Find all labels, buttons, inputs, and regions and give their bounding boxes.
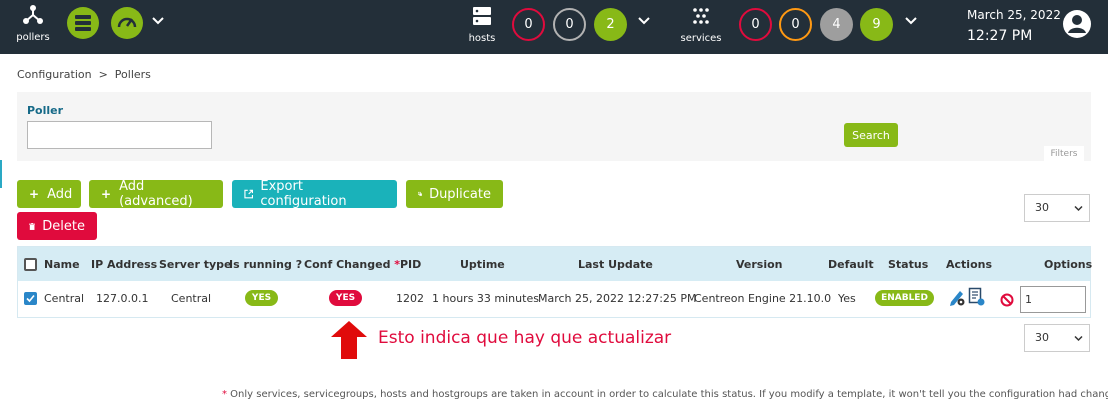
header-conf-changed[interactable]: Conf Changed * — [304, 258, 400, 271]
delete-button-label: Delete — [42, 218, 85, 234]
external-link-icon — [244, 189, 253, 199]
edit-configuration-icon[interactable] — [948, 288, 966, 308]
services-icon — [693, 8, 709, 24]
export-configuration-button[interactable]: Export configuration — [232, 179, 397, 209]
footnote: * Only services, servicegroups, hosts an… — [222, 389, 1108, 400]
footnote-text: Only services, servicegroups, hosts and … — [227, 389, 1108, 400]
latency-status-icon[interactable] — [111, 7, 143, 39]
duplicate-button-label: Duplicate — [429, 186, 491, 202]
services-critical-count[interactable]: 0 — [739, 8, 772, 41]
header-name[interactable]: Name — [44, 258, 80, 271]
filters-panel: Poller Search — [17, 92, 1091, 161]
services-warning-count[interactable]: 0 — [779, 8, 812, 41]
select-all-checkbox[interactable] — [24, 258, 37, 271]
top-bar: pollers hosts 0 0 2 services 0 0 4 9 Mar… — [0, 0, 1108, 54]
clock: March 25, 2022 12:27 PM — [967, 8, 1061, 44]
page-size-select-bottom[interactable]: 30 — [1024, 324, 1090, 352]
header-uptime[interactable]: Uptime — [460, 258, 505, 271]
pollers-icon — [23, 5, 43, 24]
pollers-label: pollers — [16, 32, 50, 43]
options-input[interactable]: 1 — [1020, 286, 1086, 313]
pollers-menu[interactable]: pollers — [14, 4, 52, 43]
hosts-label: hosts — [468, 33, 496, 44]
clock-date: March 25, 2022 — [967, 8, 1061, 22]
services-chevron-down-icon[interactable] — [904, 14, 918, 28]
delete-button[interactable]: Delete — [17, 212, 97, 240]
services-menu[interactable]: services — [680, 6, 722, 44]
export-configuration-button-label: Export configuration — [260, 179, 347, 209]
services-label: services — [680, 33, 722, 44]
chevron-down-icon — [1074, 335, 1083, 342]
checkmark-icon — [26, 294, 35, 303]
page-size-select-top[interactable]: 30 — [1024, 194, 1090, 222]
pollers-table: Name IP Address Server type Is running ?… — [17, 246, 1093, 318]
cell-uptime: 1 hours 33 minutes — [432, 292, 539, 305]
poller-filter-label: Poller — [27, 104, 64, 117]
header-ip-address[interactable]: IP Address — [91, 258, 157, 271]
header-is-running[interactable]: Is running ? — [229, 258, 302, 271]
server-stack-icon — [75, 15, 91, 31]
cell-ip-address: 127.0.0.1 — [96, 292, 149, 305]
header-version[interactable]: Version — [736, 258, 783, 271]
view-logs-icon[interactable] — [968, 287, 986, 307]
hosts-menu[interactable]: hosts — [466, 6, 498, 44]
cell-server-type: Central — [171, 292, 212, 305]
breadcrumb: Configuration > Pollers — [17, 68, 151, 81]
plus-icon: + — [29, 187, 40, 201]
table-header: Name IP Address Server type Is running ?… — [18, 247, 1093, 281]
add-button-label: Add — [47, 186, 73, 202]
page-size-top-value: 30 — [1035, 201, 1049, 214]
cell-version: Centreon Engine 21.10.0 — [694, 292, 832, 305]
duplicate-button[interactable]: Duplicate — [406, 180, 503, 208]
filters-tab[interactable]: Filters — [1044, 146, 1084, 162]
header-server-type[interactable]: Server type — [159, 258, 231, 271]
disable-icon[interactable] — [1000, 293, 1014, 307]
cell-status-badge: ENABLED — [875, 290, 934, 306]
plus-icon: + — [101, 187, 112, 201]
add-button[interactable]: + Add — [17, 180, 81, 208]
copy-icon — [418, 191, 422, 196]
header-pid[interactable]: PID — [400, 258, 421, 271]
header-last-update[interactable]: Last Update — [578, 258, 653, 271]
add-advanced-button-label: Add (advanced) — [119, 179, 193, 209]
cell-conf-changed-badge: YES — [329, 290, 362, 306]
cell-name[interactable]: Central — [44, 292, 84, 305]
hosts-up-count[interactable]: 2 — [594, 8, 627, 41]
cell-pid: 1202 — [396, 292, 424, 305]
header-default[interactable]: Default — [828, 258, 874, 271]
add-advanced-button[interactable]: + Add (advanced) — [89, 179, 223, 209]
cell-is-running-badge: YES — [245, 290, 278, 306]
hosts-icon — [473, 7, 491, 25]
row-checkbox[interactable] — [24, 292, 37, 305]
header-actions: Actions — [946, 258, 992, 271]
services-ok-count[interactable]: 9 — [860, 8, 893, 41]
clock-time: 12:27 PM — [967, 28, 1033, 44]
cell-default: Yes — [838, 292, 856, 305]
header-conf-changed-label: Conf Changed — [304, 258, 391, 271]
trash-icon — [29, 222, 36, 230]
database-status-icon[interactable] — [67, 7, 99, 39]
red-arrow-up-icon — [331, 321, 367, 359]
annotation-text: Esto indica que hay que actualizar — [378, 328, 672, 348]
table-row[interactable]: Central 127.0.0.1 Central YES YES 1202 1… — [18, 281, 1090, 317]
chevron-down-icon — [1074, 205, 1083, 212]
header-options: Options — [1044, 258, 1093, 271]
user-profile-icon[interactable] — [1062, 9, 1092, 39]
header-status[interactable]: Status — [888, 258, 928, 271]
services-unknown-count[interactable]: 4 — [820, 8, 853, 41]
page-size-bottom-value: 30 — [1035, 331, 1049, 344]
poller-filter-input[interactable] — [27, 121, 212, 149]
gauge-icon — [117, 17, 137, 28]
cell-last-update: March 25, 2022 12:27:25 PM — [538, 292, 697, 305]
hosts-chevron-down-icon[interactable] — [637, 14, 651, 28]
pollers-chevron-down-icon[interactable] — [151, 14, 165, 28]
hosts-unreachable-count[interactable]: 0 — [553, 8, 586, 41]
search-button[interactable]: Search — [844, 123, 898, 147]
hosts-down-count[interactable]: 0 — [512, 8, 545, 41]
left-edge-marker — [0, 160, 2, 188]
